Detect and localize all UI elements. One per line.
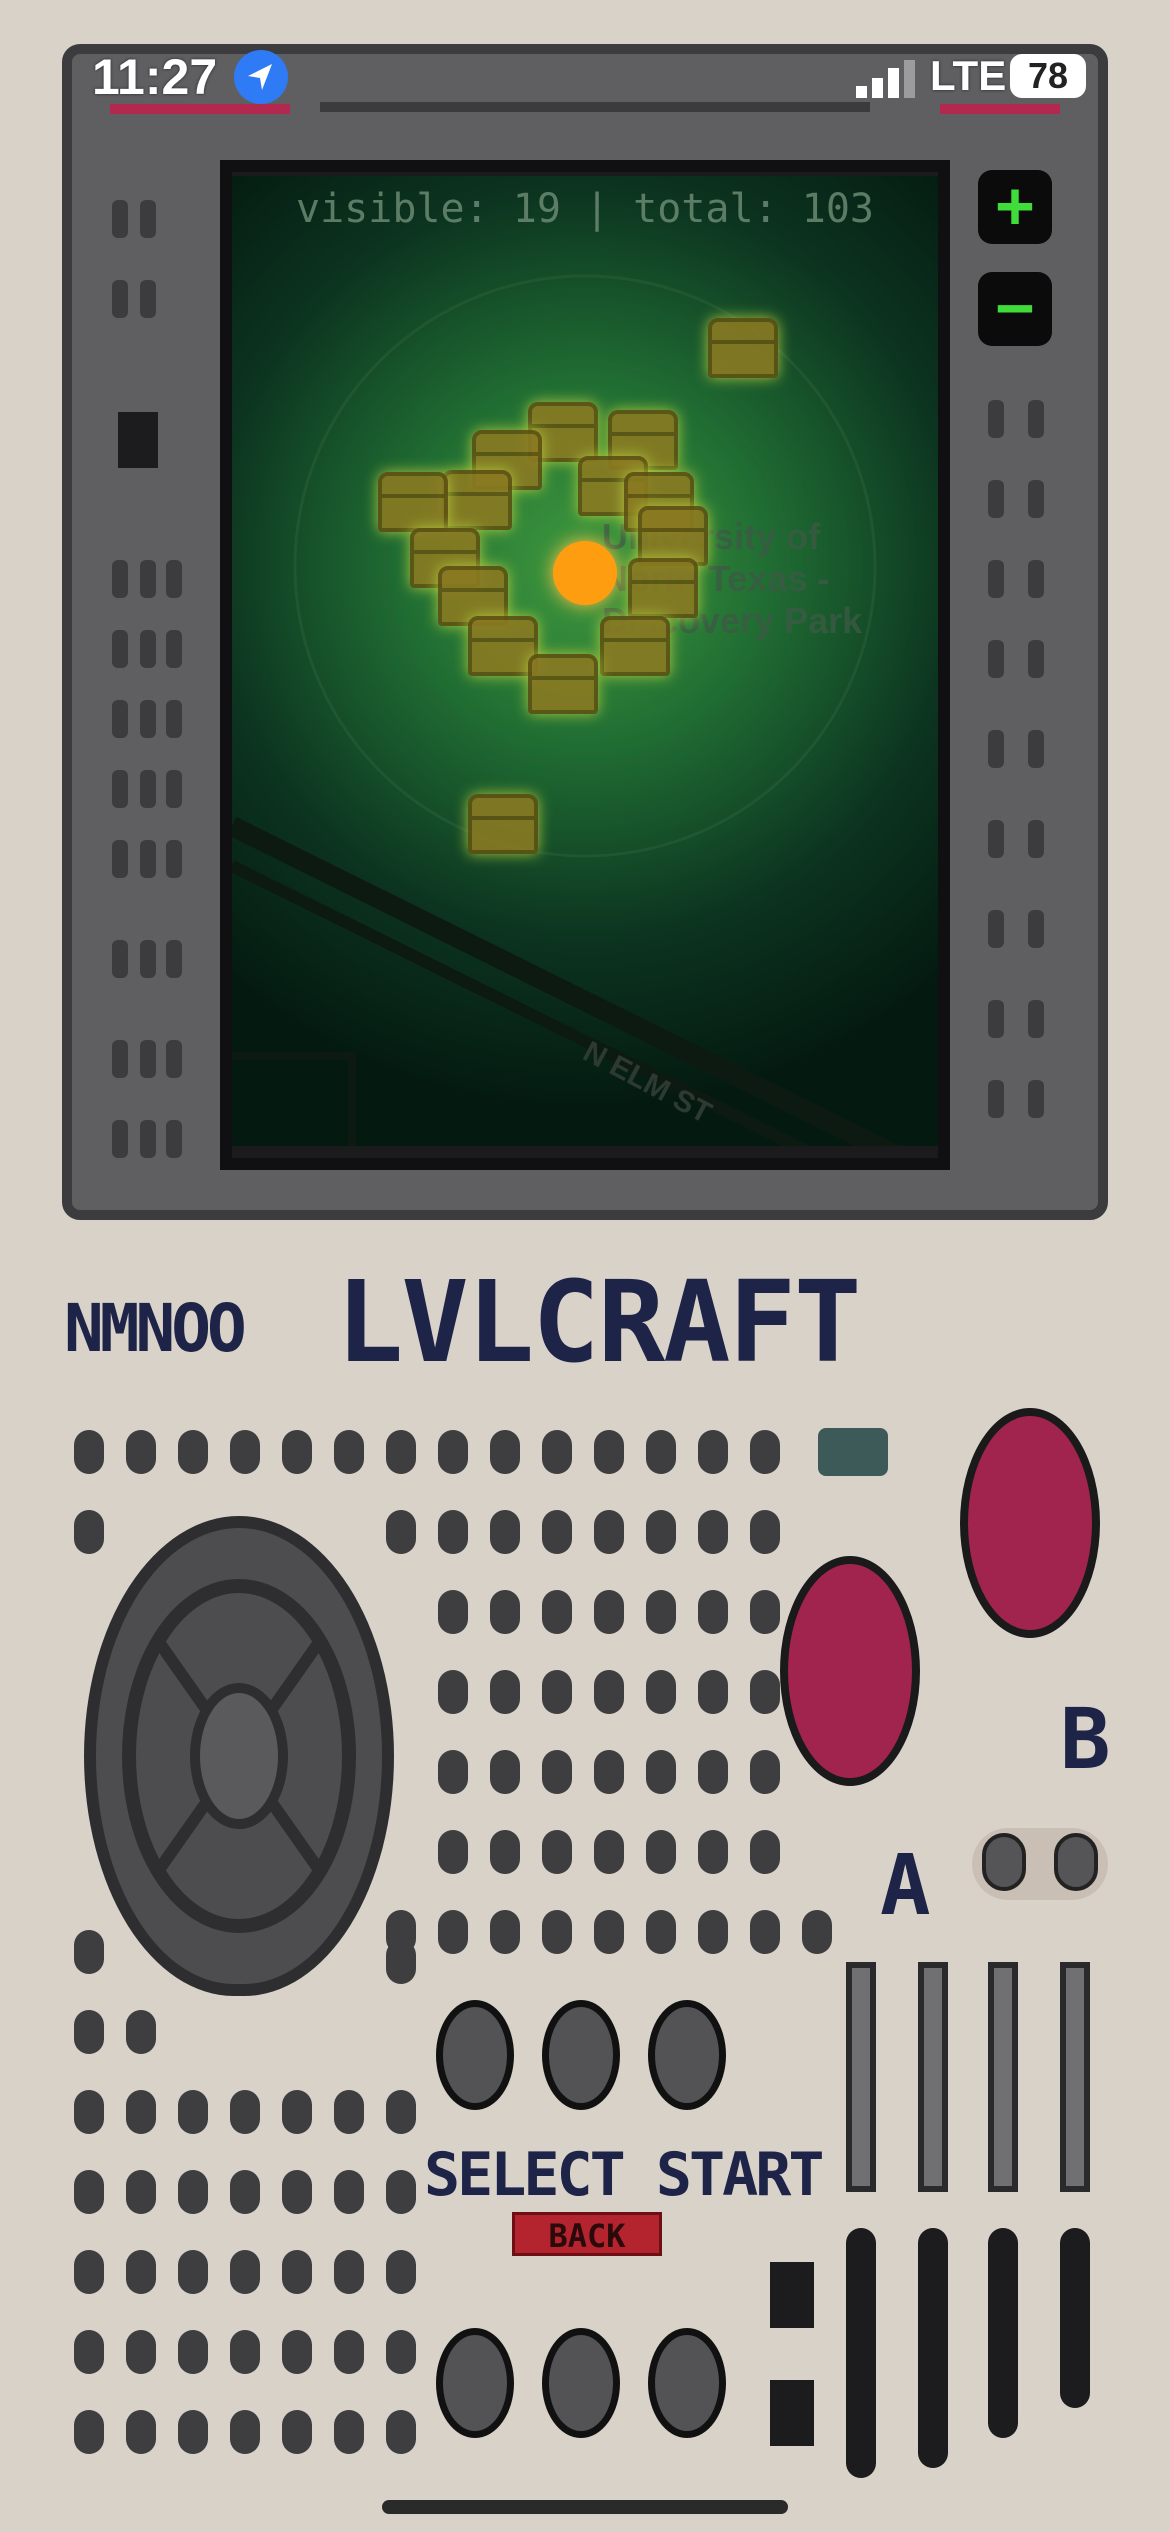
b-button[interactable] <box>960 1408 1100 1638</box>
bezel-left-slots <box>104 200 184 1160</box>
mode-toggle[interactable] <box>972 1828 1108 1900</box>
round-button-bottom-1[interactable] <box>436 2328 514 2438</box>
slider-bar-2 <box>918 1962 948 2192</box>
round-button-bottom-2[interactable] <box>542 2328 620 2438</box>
slider-bar-4 <box>1060 1962 1090 2192</box>
vent-square-2 <box>770 2380 814 2446</box>
select-start-label: SELECT START <box>424 2140 824 2210</box>
round-button-top-2[interactable] <box>542 2000 620 2110</box>
round-button-top-1[interactable] <box>436 2000 514 2110</box>
power-led <box>818 1428 888 1476</box>
network-type: LTE <box>930 52 1007 99</box>
toggle-knob-left <box>982 1833 1026 1891</box>
round-button-bottom-3[interactable] <box>648 2328 726 2438</box>
vent-bar-2 <box>918 2228 948 2468</box>
location-arrow-icon <box>234 50 288 104</box>
treasure-chest-icon[interactable] <box>378 472 448 532</box>
speaker-grille[interactable] <box>84 1516 394 1996</box>
home-indicator[interactable] <box>382 2500 788 2514</box>
a-button[interactable] <box>780 1556 920 1786</box>
status-time-display: 11:27 <box>92 49 218 105</box>
player-location-marker <box>553 541 617 605</box>
zoom-out-button[interactable]: − <box>978 272 1052 346</box>
zoom-in-button[interactable]: + <box>978 170 1052 244</box>
vent-bar-4 <box>1060 2228 1090 2408</box>
treasure-chest-icon[interactable] <box>708 318 778 378</box>
vent-bar-1 <box>846 2228 876 2478</box>
treasure-chest-icon[interactable] <box>628 558 698 618</box>
slider-bar-1 <box>846 1962 876 2192</box>
treasure-chest-icon[interactable] <box>600 616 670 676</box>
a-button-label: A <box>880 1836 931 1934</box>
back-button[interactable]: BACK <box>512 2212 662 2256</box>
vent-bar-3 <box>988 2228 1018 2438</box>
brand-title: LVLCRAFT <box>336 1258 861 1388</box>
bezel-right-slots <box>980 400 1080 1160</box>
slider-bar-3 <box>988 1962 1018 2192</box>
treasure-chest-icon[interactable] <box>442 470 512 530</box>
vent-square-1 <box>770 2262 814 2328</box>
toggle-knob-right <box>1054 1833 1098 1891</box>
treasure-chest-icon[interactable] <box>468 794 538 854</box>
cellular-signal-icon <box>856 58 926 98</box>
battery-indicator: 78 <box>1010 54 1086 98</box>
treasure-chest-icon[interactable] <box>638 506 708 566</box>
map-view[interactable]: visible: 19 | total: 103 University of N… <box>232 176 938 1146</box>
treasure-chest-icon[interactable] <box>528 654 598 714</box>
b-button-label: B <box>1060 1690 1111 1788</box>
round-button-top-3[interactable] <box>648 2000 726 2110</box>
chest-counter: visible: 19 | total: 103 <box>296 186 874 232</box>
brand-logo-small: NMNOO <box>64 1290 247 1367</box>
